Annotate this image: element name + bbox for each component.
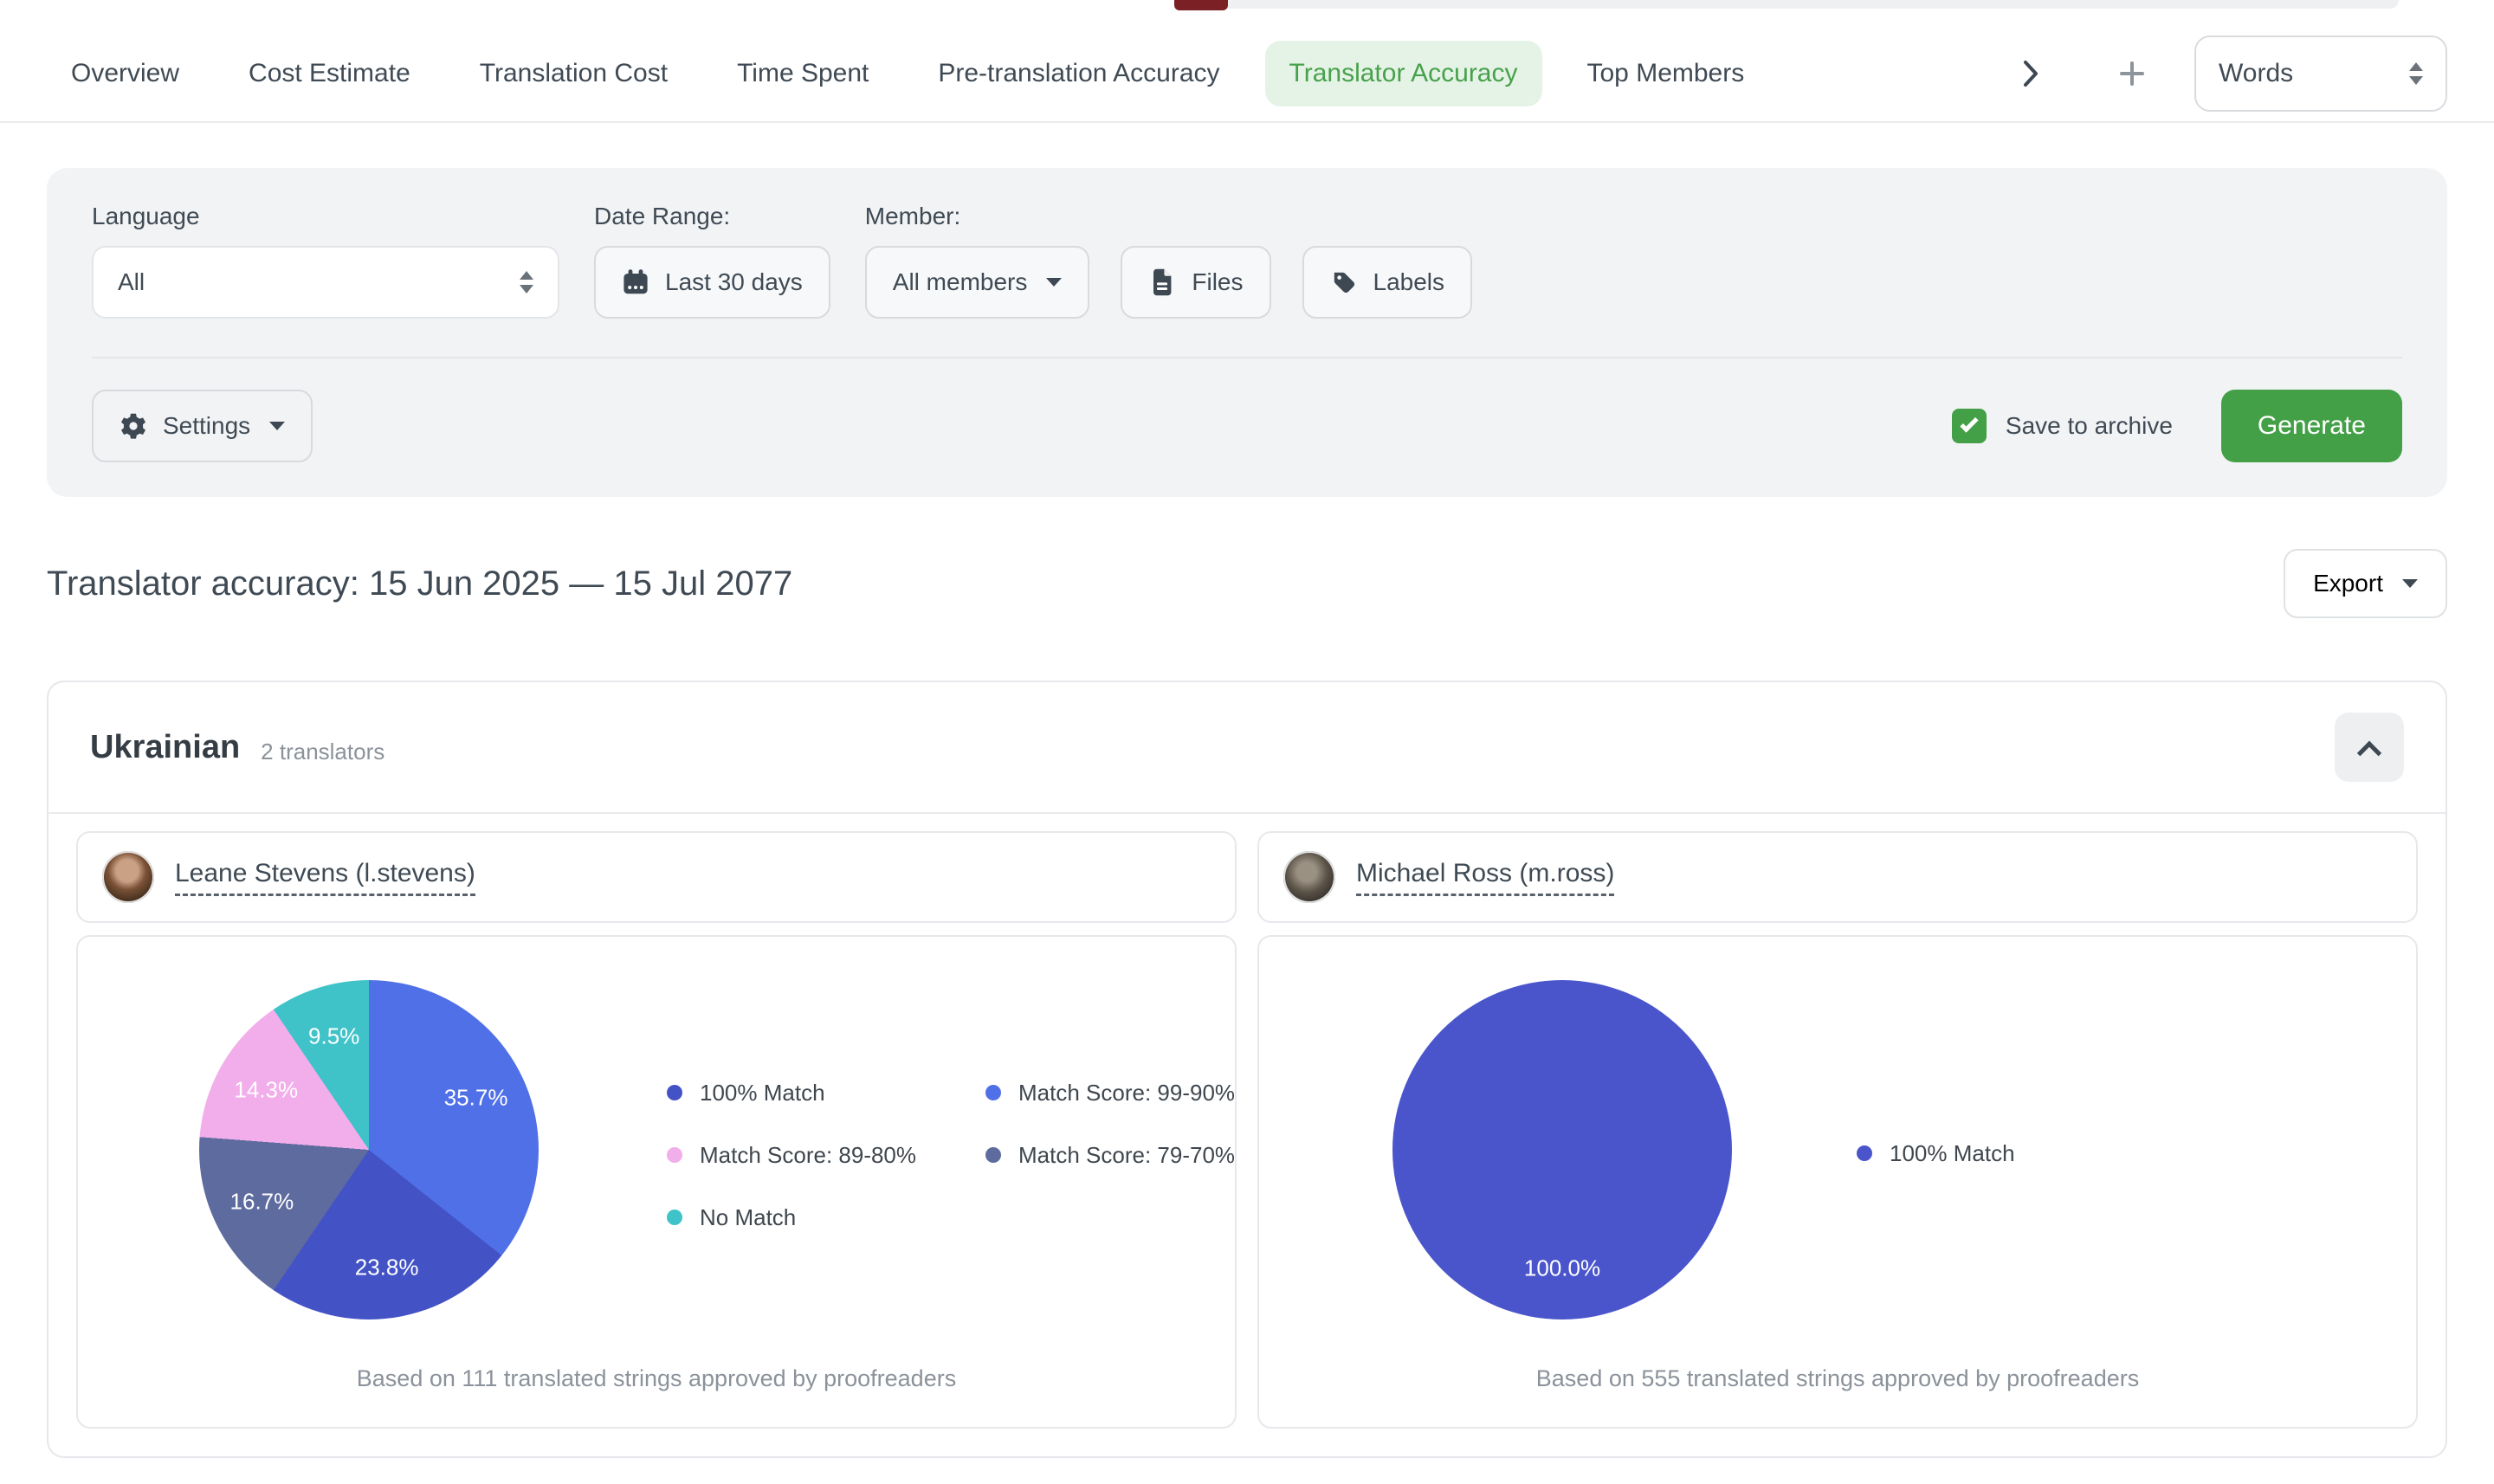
- chevron-right-icon: [2023, 60, 2038, 87]
- translator-card-leane-stevens: Leane Stevens (l.stevens) 35.7% 23.8% 16.7…: [76, 831, 1237, 1429]
- page-title: Translator accuracy: 15 Jun 2025 — 15 Ju…: [47, 565, 792, 603]
- report-filter-panel: Language All Date Range: Last 30 days Me…: [47, 168, 2447, 497]
- legend-label: 100% Match: [700, 1080, 825, 1107]
- top-window-strip: [1204, 0, 2399, 9]
- save-to-archive-checkbox[interactable]: [1952, 409, 1987, 443]
- chart-legend: 100% Match: [1857, 1122, 2015, 1184]
- tab-cost-estimate[interactable]: Cost Estimate: [224, 41, 435, 106]
- pie-slice-label: 9.5%: [308, 1023, 359, 1049]
- legend-dot-icon: [667, 1147, 682, 1163]
- avatar: [102, 851, 154, 903]
- chart-caption: Based on 111 translated strings approved…: [78, 1365, 1235, 1392]
- legend-item: 100% Match: [1857, 1122, 2015, 1184]
- date-range-button[interactable]: Last 30 days: [594, 246, 830, 319]
- tag-icon: [1330, 268, 1358, 296]
- caret-down-icon: [1046, 278, 1062, 287]
- legend-label: 100% Match: [1890, 1140, 2015, 1167]
- accuracy-pie-chart: 35.7% 23.8% 16.7% 14.3% 9.5%: [199, 980, 539, 1319]
- checkmark-icon: [1960, 414, 1978, 432]
- plus-icon: [2118, 60, 2146, 87]
- pie-slice-label: 100.0%: [1524, 1255, 1600, 1282]
- report-tabs-bar: Overview Cost Estimate Translation Cost Tim…: [0, 0, 2494, 123]
- translator-name-link[interactable]: Michael Ross (m.ross): [1356, 859, 1614, 896]
- translator-name-link[interactable]: Leane Stevens (l.stevens): [175, 859, 475, 896]
- tab-pre-translation-accuracy[interactable]: Pre-translation Accuracy: [914, 41, 1244, 106]
- legend-item: No Match: [667, 1186, 916, 1248]
- gear-icon: [120, 412, 147, 440]
- legend-label: No Match: [700, 1204, 796, 1231]
- unit-select[interactable]: Words: [2194, 35, 2447, 112]
- pie-slice-label: 23.8%: [355, 1254, 419, 1281]
- tab-overview[interactable]: Overview: [47, 41, 204, 106]
- tabs-overflow-button[interactable]: [2013, 53, 2049, 94]
- save-to-archive-label: Save to archive: [2006, 412, 2173, 440]
- pie-slice-label: 35.7%: [444, 1085, 508, 1112]
- language-name: Ukrainian: [90, 729, 240, 766]
- calendar-icon: [622, 268, 649, 296]
- accuracy-pie-chart: 100.0%: [1392, 980, 1732, 1319]
- tab-translator-accuracy[interactable]: Translator Accuracy: [1265, 41, 1542, 106]
- date-range-value: Last 30 days: [665, 268, 803, 296]
- pie-slice-label: 16.7%: [230, 1188, 294, 1215]
- language-select[interactable]: All: [92, 246, 559, 319]
- legend-item: Match Score: 99-90%: [985, 1061, 1235, 1124]
- settings-button[interactable]: Settings: [92, 390, 313, 462]
- legend-dot-icon: [985, 1147, 1001, 1163]
- language-filter-group: Language All: [92, 203, 559, 319]
- add-report-button[interactable]: [2118, 60, 2146, 87]
- labels-filter-button[interactable]: Labels: [1302, 246, 1473, 319]
- export-label: Export: [2313, 570, 2383, 597]
- nav-right-group: Words: [2013, 35, 2447, 112]
- accuracy-chart-area: 35.7% 23.8% 16.7% 14.3% 9.5% 100% Match Match…: [76, 935, 1237, 1429]
- file-icon: [1148, 268, 1176, 296]
- generate-button[interactable]: Generate: [2221, 390, 2402, 462]
- top-center-red-bar: [1174, 0, 1228, 10]
- translator-count: 2 translators: [261, 739, 384, 765]
- tab-translation-cost[interactable]: Translation Cost: [456, 41, 692, 106]
- unit-select-value: Words: [2219, 59, 2293, 88]
- export-button[interactable]: Export: [2284, 549, 2447, 618]
- caret-down-icon: [2402, 579, 2418, 588]
- member-dropdown-button[interactable]: All members: [865, 246, 1090, 319]
- legend-label: Match Score: 89-80%: [700, 1142, 916, 1169]
- select-spinner-icon: [2409, 62, 2423, 85]
- legend-dot-icon: [1857, 1145, 1872, 1161]
- files-filter-button[interactable]: Files: [1121, 246, 1270, 319]
- tab-list: Overview Cost Estimate Translation Cost Tim…: [47, 41, 1768, 106]
- member-label: Member:: [865, 203, 1472, 230]
- chart-legend: 100% Match Match Score: 89-80% No Match Mat…: [667, 1061, 1235, 1248]
- legend-item: 100% Match: [667, 1061, 916, 1124]
- accuracy-chart-area: 100.0% 100% Match Based on 555 translate…: [1257, 935, 2418, 1429]
- collapse-section-button[interactable]: [2335, 713, 2404, 782]
- language-select-value: All: [118, 268, 145, 296]
- language-card-ukrainian: Ukrainian 2 translators Leane Stevens (l…: [47, 681, 2447, 1458]
- date-range-label: Date Range:: [594, 203, 830, 230]
- date-range-filter-group: Date Range: Last 30 days: [594, 203, 830, 319]
- legend-label: Match Score: 99-90%: [1018, 1080, 1235, 1107]
- member-value: All members: [893, 268, 1028, 296]
- legend-item: Match Score: 89-80%: [667, 1124, 916, 1186]
- translator-card-michael-ross: Michael Ross (m.ross) 100.0% 100% Match …: [1257, 831, 2418, 1429]
- files-label: Files: [1192, 268, 1243, 296]
- legend-label: Match Score: 79-70%: [1018, 1142, 1235, 1169]
- chevron-up-icon: [2357, 741, 2381, 765]
- member-filter-group: Member: All members Files Labels: [865, 203, 1472, 319]
- legend-dot-icon: [667, 1210, 682, 1225]
- legend-dot-icon: [985, 1085, 1001, 1100]
- legend-dot-icon: [667, 1085, 682, 1100]
- tab-time-spent[interactable]: Time Spent: [713, 41, 893, 106]
- tab-top-members[interactable]: Top Members: [1563, 41, 1769, 106]
- select-spinner-icon: [520, 271, 533, 294]
- caret-down-icon: [269, 422, 285, 430]
- legend-item: Match Score: 79-70%: [985, 1124, 1235, 1186]
- settings-label: Settings: [163, 412, 250, 440]
- pie-slice-label: 14.3%: [234, 1077, 298, 1104]
- chart-caption: Based on 555 translated strings approved…: [1259, 1365, 2416, 1392]
- language-label: Language: [92, 203, 559, 230]
- panel-divider: [92, 357, 2402, 358]
- avatar: [1283, 851, 1335, 903]
- labels-label: Labels: [1373, 268, 1445, 296]
